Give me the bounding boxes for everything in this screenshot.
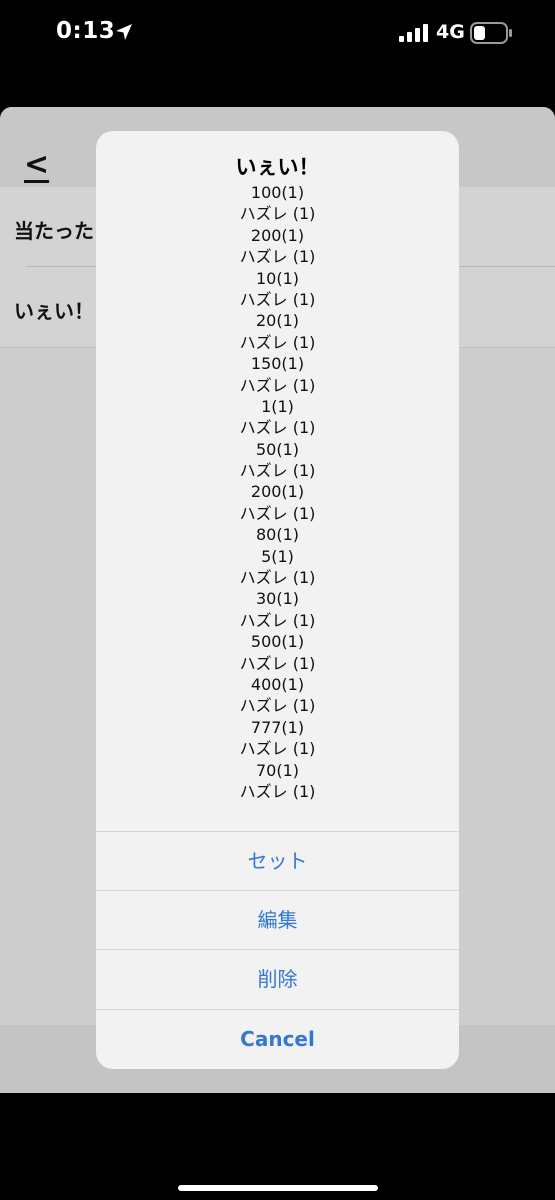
network-type: 4G xyxy=(436,21,465,43)
message-line: ハズレ (1) xyxy=(239,568,316,588)
message-line: ハズレ (1) xyxy=(239,503,316,523)
message-line: ハズレ (1) xyxy=(239,375,316,395)
message-line: 80(1) xyxy=(255,525,300,545)
list-item-label: いぇい！ xyxy=(14,299,94,323)
message-line: 1(1) xyxy=(261,396,294,416)
message-line: 10(1) xyxy=(255,268,300,288)
message-line: 400(1) xyxy=(250,674,305,694)
message-line: ハズレ (1) xyxy=(239,204,316,224)
cellular-signal-icon xyxy=(399,24,428,42)
alert-message: 100(1) ハズレ (1) 200(1) ハズレ (1) 10(1) ハズレ (1) 20… xyxy=(96,182,459,802)
message-line: 20(1) xyxy=(255,311,300,331)
message-line: 150(1) xyxy=(250,354,305,374)
message-line: ハズレ (1) xyxy=(239,696,316,716)
message-line: ハズレ (1) xyxy=(239,332,316,352)
message-line: 50(1) xyxy=(255,439,300,459)
message-line: ハズレ (1) xyxy=(239,653,316,673)
list-item-label: 当たった xyxy=(14,219,94,243)
message-line: ハズレ (1) xyxy=(239,418,316,438)
alert-title: いぇい！ xyxy=(235,155,320,179)
message-line: ハズレ (1) xyxy=(239,610,316,630)
message-line: 500(1) xyxy=(250,632,305,652)
status-time: 0:13 xyxy=(56,18,116,44)
location-arrow-icon xyxy=(116,24,132,40)
message-line: 5(1) xyxy=(261,546,294,566)
message-line: 100(1) xyxy=(250,183,305,202)
message-line: 777(1) xyxy=(250,717,305,737)
message-line: ハズレ (1) xyxy=(239,247,316,267)
cancel-button[interactable]: Cancel xyxy=(96,1009,459,1068)
battery-icon xyxy=(470,22,512,44)
message-line: ハズレ (1) xyxy=(239,289,316,309)
message-line: 30(1) xyxy=(255,589,300,609)
delete-button[interactable]: 削除 xyxy=(96,949,459,1008)
status-bar: 0:13 4G xyxy=(0,0,555,70)
message-line: ハズレ (1) xyxy=(239,739,316,759)
message-line: ハズレ (1) xyxy=(239,781,316,801)
edit-button[interactable]: 編集 xyxy=(96,890,459,949)
alert-dialog: いぇい！ 100(1) ハズレ (1) 200(1) ハズレ (1) 10(1) ハズレ … xyxy=(96,131,459,1069)
message-line: 200(1) xyxy=(250,225,305,245)
message-line: 200(1) xyxy=(250,482,305,502)
message-line: 70(1) xyxy=(255,760,300,780)
set-button[interactable]: セット xyxy=(96,831,459,890)
home-indicator xyxy=(178,1185,378,1191)
back-button[interactable]: < xyxy=(24,147,49,182)
message-line: ハズレ (1) xyxy=(239,461,316,481)
